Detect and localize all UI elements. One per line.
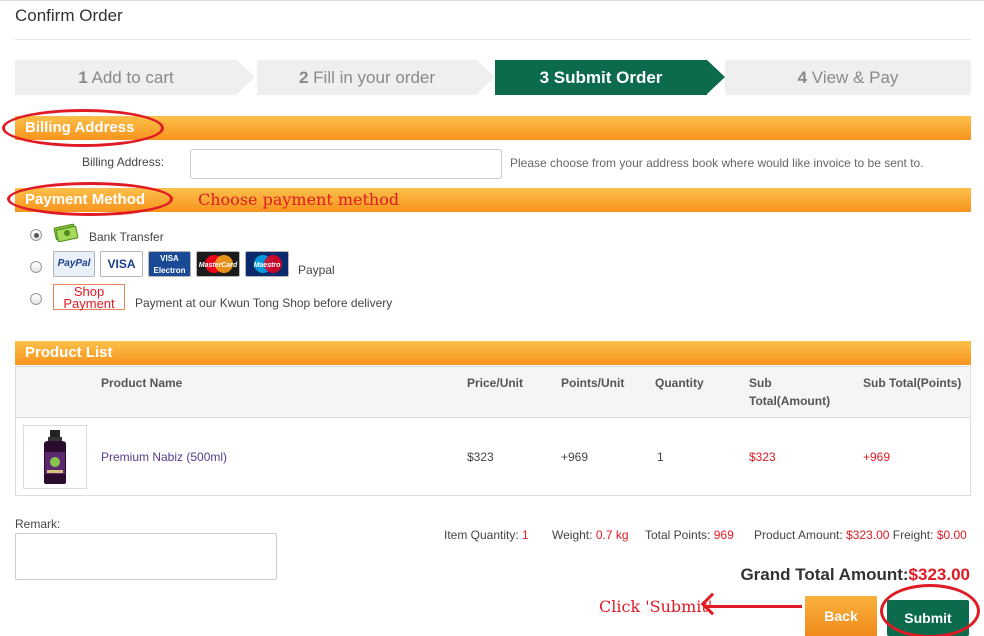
col-price-unit: Price/Unit [467, 376, 524, 390]
step-chevron [707, 60, 725, 94]
back-button[interactable]: Back [805, 596, 877, 636]
item-quantity-summary: Item Quantity: 1 [444, 528, 529, 542]
annotation-ellipse [880, 584, 980, 636]
product-name-link[interactable]: Premium Nabiz (500ml) [101, 450, 227, 464]
total-points-summary: Total Points: 969 [645, 528, 734, 542]
visa-electron-card-icon: VISA Electron [148, 251, 191, 277]
product-points: +969 [561, 450, 589, 464]
product-amount-label: Product Amount: [754, 528, 843, 542]
step-chevron [237, 60, 255, 94]
remark-textarea[interactable] [15, 533, 277, 580]
paypal-card-text: PayPal [57, 258, 91, 269]
product-list-title: Product List [25, 344, 113, 361]
product-list-header: Product List [15, 341, 971, 365]
col-subtotal-points: Sub Total(Points) [863, 376, 962, 390]
title-divider [15, 39, 971, 40]
product-quantity: 1 [657, 450, 664, 464]
bank-transfer-radio[interactable] [30, 229, 42, 241]
remark-label: Remark: [15, 517, 61, 531]
annotation-ellipse [2, 109, 164, 147]
grand-total-label: Grand Total Amount: [740, 565, 909, 584]
product-table: Product Name Price/Unit Points/Unit Quan… [15, 366, 971, 496]
paypal-label: Paypal [298, 263, 335, 277]
step-fill-order: 2 Fill in your order [255, 60, 477, 95]
item-quantity-value: 1 [522, 528, 529, 542]
col-subtotal-amount: Sub Total(Amount) [749, 376, 831, 408]
step-label: Submit Order [553, 68, 663, 87]
weight-summary: Weight: 0.7 kg [552, 528, 629, 542]
product-subtotal-amount: $323 [749, 450, 776, 464]
page-title: Confirm Order [15, 6, 123, 25]
col-points-unit: Points/Unit [561, 376, 625, 390]
col-quantity: Quantity [655, 376, 704, 390]
step-add-to-cart: 1 Add to cart [15, 60, 237, 95]
step-chevron [477, 60, 495, 94]
visa-card-icon: VISA [100, 251, 143, 277]
bank-transfer-icon [53, 220, 79, 243]
billing-address-label: Billing Address: [82, 155, 165, 169]
weight-value: 0.7 kg [595, 528, 629, 542]
maestro-card-text: Maestro [253, 262, 281, 269]
billing-address-field[interactable] [190, 149, 502, 179]
grand-total: Grand Total Amount:$323.00 [740, 565, 970, 585]
product-subtotal-points: +969 [863, 450, 891, 464]
amount-summary: Product Amount: $323.00 Freight: $0.00 [754, 528, 967, 542]
shop-payment-badge: Shop Payment [53, 284, 125, 310]
total-points-value: 969 [713, 528, 734, 542]
table-header: Product Name Price/Unit Points/Unit Quan… [16, 367, 970, 418]
freight-value: $0.00 [936, 528, 967, 542]
grand-total-value: $323.00 [908, 565, 970, 584]
step-number: 4 [797, 68, 808, 87]
total-points-label: Total Points: [645, 528, 711, 542]
step-number: 3 [539, 68, 550, 87]
mastercard-text: MasterCard [198, 262, 238, 269]
product-amount-value: $323.00 [846, 528, 890, 542]
freight-label: Freight: [892, 528, 934, 542]
item-quantity-label: Item Quantity: [444, 528, 519, 542]
annotation-ellipse [7, 182, 173, 216]
bank-transfer-label: Bank Transfer [89, 230, 164, 244]
step-view-pay: 4 View & Pay [725, 60, 971, 95]
col-product-name: Product Name [101, 376, 183, 390]
product-image[interactable] [23, 425, 87, 489]
step-submit-order: 3 Submit Order [495, 60, 707, 95]
visa-card-text: VISA [107, 257, 136, 271]
step-number: 2 [298, 68, 309, 87]
step-label: View & Pay [811, 68, 899, 87]
payment-annotation: Choose payment method [198, 190, 400, 209]
shop-payment-radio[interactable] [30, 293, 42, 305]
step-label: Fill in your order [313, 68, 436, 87]
step-label: Add to cart [91, 68, 174, 87]
maestro-card-icon: Maestro [245, 251, 289, 277]
paypal-radio[interactable] [30, 261, 42, 273]
submit-annotation: Click 'Submit' [599, 597, 713, 616]
checkout-steps: 1 Add to cart 2 Fill in your order 3 Sub… [15, 60, 971, 95]
step-number: 1 [78, 68, 88, 87]
product-price: $323 [467, 450, 494, 464]
top-rule [0, 0, 984, 1]
shop-payment-label: Payment at our Kwun Tong Shop before del… [135, 296, 393, 310]
weight-label: Weight: [552, 528, 593, 542]
billing-address-hint: Please choose from your address book whe… [510, 156, 924, 170]
paypal-card-icon: PayPal [53, 251, 95, 277]
visa-electron-card-text: VISA Electron [153, 254, 186, 275]
mastercard-icon: MasterCard [196, 251, 240, 277]
